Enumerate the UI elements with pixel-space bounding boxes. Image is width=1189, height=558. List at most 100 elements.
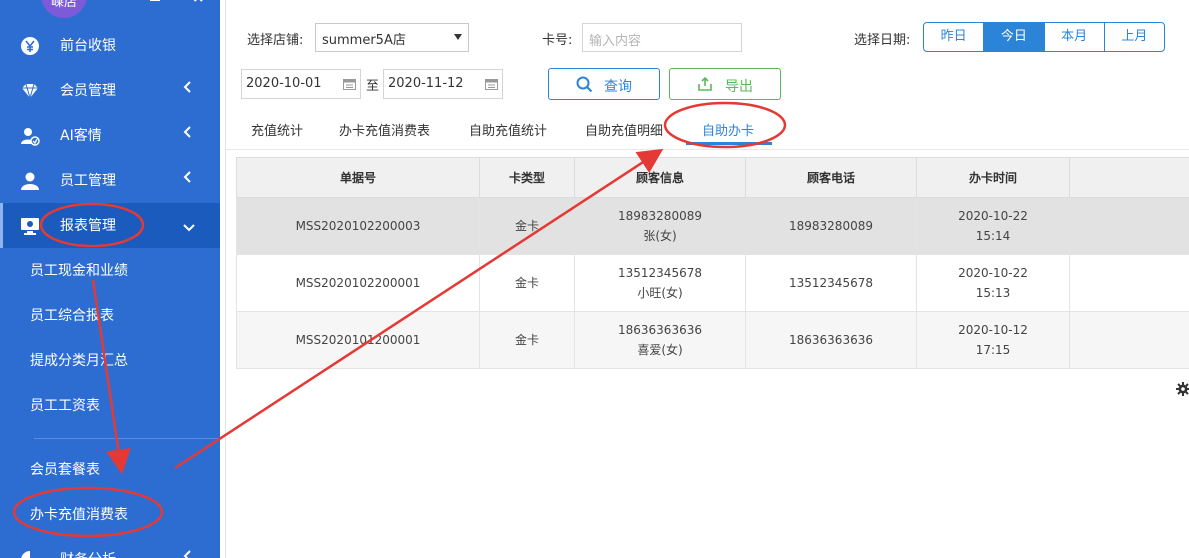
search-button-label: 查询 (604, 79, 632, 95)
nav-item-staff-management[interactable]: 员工管理 (0, 158, 220, 203)
calendar-icon (343, 78, 356, 90)
date-last-month-button[interactable]: 上月 (1103, 23, 1164, 51)
date-today-button[interactable]: 今日 (983, 23, 1044, 51)
card-number-label: 卡号: (542, 33, 573, 48)
table-row[interactable]: MSS2020102200001 金卡 13512345678 小旺(女) 135… (236, 254, 1189, 312)
sub-item-member-package[interactable]: 会员套餐表 (0, 447, 220, 492)
search-button[interactable]: 查询 (548, 68, 660, 100)
customer-info-cell: 13512345678 小旺(女) (574, 254, 746, 312)
column-header: 顾客信息 (574, 157, 746, 198)
chevron-left-icon (183, 171, 192, 183)
card-number-input[interactable]: 输入内容 (582, 23, 742, 52)
chevron-left-icon (183, 126, 192, 138)
open-date: 2020-10-12 (958, 323, 1028, 337)
empty-cell (1069, 311, 1189, 369)
tab-self-recharge-stats[interactable]: 自助充值统计 (469, 120, 547, 139)
sub-item-card-recharge-consumption[interactable]: 办卡充值消费表 (0, 492, 220, 537)
tab-self-card-opening[interactable]: 自助办卡 (702, 120, 754, 139)
card-type-cell: 金卡 (479, 254, 575, 312)
card-type-cell: 金卡 (479, 197, 575, 255)
customer-phone-cell: 18636363636 (745, 311, 917, 369)
date-range-button-group: 昨日 今日 本月 上月 (923, 22, 1165, 52)
tab-card-recharge-consumption[interactable]: 办卡充值消费表 (339, 120, 430, 139)
gear-icon[interactable] (1176, 382, 1189, 396)
table-row[interactable]: MSS2020101200001 金卡 18636363636 喜爱(女) 186… (236, 311, 1189, 369)
sub-label: 员工现金和业绩 (30, 263, 128, 279)
sub-label: 员工综合报表 (30, 308, 114, 324)
customer-info-cell: 18636363636 喜爱(女) (574, 311, 746, 369)
store-label: 选择店铺: (247, 33, 304, 48)
column-header (1069, 157, 1189, 198)
nav-item-ai-customer[interactable]: AI客情 (0, 113, 220, 158)
open-time-cell: 2020-10-12 17:15 (916, 311, 1070, 369)
sub-label: 会员套餐表 (30, 462, 100, 478)
store-avatar[interactable]: 嵊店 (41, 0, 87, 18)
date-label: 选择日期: (854, 33, 911, 48)
card-number-placeholder: 输入内容 (589, 34, 642, 49)
sub-label: 员工工资表 (30, 398, 100, 414)
date-yesterday-button[interactable]: 昨日 (924, 23, 983, 51)
sidebar-divider (34, 438, 220, 439)
order-id-cell: MSS2020102200001 (236, 254, 480, 312)
monitor-report-icon (20, 216, 40, 236)
card-opening-table: 单据号 卡类型 顾客信息 顾客电话 办卡时间 MSS2020102200003 … (236, 157, 1189, 369)
sidebar: 嵊店 前台收银 会员管理 AI客情 员工管理 报表管理 员工现金和业绩 员工综合… (0, 0, 220, 558)
pie-chart-icon (20, 550, 40, 558)
nav-item-member-management[interactable]: 会员管理 (0, 68, 220, 113)
open-time: 15:13 (975, 286, 1011, 300)
end-date-input[interactable]: 2020-11-12 (383, 69, 503, 99)
chevron-down-icon (183, 220, 195, 232)
sub-item-commission-monthly-summary[interactable]: 提成分类月汇总 (0, 338, 220, 383)
store-select[interactable]: summer5A店 (315, 23, 469, 52)
card-type-cell: 金卡 (479, 311, 575, 369)
nav-label: 会员管理 (60, 83, 116, 99)
date-this-month-button[interactable]: 本月 (1043, 23, 1104, 51)
order-id-cell: MSS2020102200003 (236, 197, 480, 255)
nav-item-finance-analysis[interactable]: 财务分析 (0, 537, 220, 558)
customer-phone: 13512345678 (618, 266, 702, 280)
open-time-cell: 2020-10-22 15:13 (916, 254, 1070, 312)
start-date-input[interactable]: 2020-10-01 (241, 69, 361, 99)
customer-phone-cell: 18983280089 (745, 197, 917, 255)
search-icon (576, 76, 593, 97)
export-icon (697, 76, 713, 96)
open-date: 2020-10-22 (958, 209, 1028, 223)
column-header: 顾客电话 (745, 157, 917, 198)
main-content: 选择店铺: summer5A店 卡号: 输入内容 选择日期: 昨日 今日 本月 … (225, 0, 1189, 558)
nav-label: 报表管理 (60, 218, 116, 234)
yen-coin-icon (20, 36, 40, 56)
table-header-row: 单据号 卡类型 顾客信息 顾客电话 办卡时间 (236, 157, 1189, 198)
store-select-value: summer5A店 (322, 33, 406, 48)
customer-phone: 18636363636 (618, 323, 702, 337)
calendar-icon (485, 78, 498, 90)
chevron-left-icon (183, 550, 192, 558)
sub-item-staff-salary[interactable]: 员工工资表 (0, 383, 220, 428)
export-button[interactable]: 导出 (669, 68, 781, 100)
column-header: 办卡时间 (916, 157, 1070, 198)
sub-item-staff-overall-report[interactable]: 员工综合报表 (0, 293, 220, 338)
open-time-cell: 2020-10-22 15:14 (916, 197, 1070, 255)
empty-cell (1069, 254, 1189, 312)
open-time: 17:15 (975, 343, 1011, 357)
start-date-value: 2020-10-01 (246, 76, 322, 91)
nav-label: 员工管理 (60, 173, 116, 189)
export-button-label: 导出 (725, 79, 753, 95)
sub-item-staff-cash-performance[interactable]: 员工现金和业绩 (0, 248, 220, 293)
active-tab-indicator (686, 142, 772, 145)
table-row[interactable]: MSS2020102200003 金卡 18983280089 张(女) 1898… (236, 197, 1189, 255)
customer-phone: 18983280089 (618, 209, 702, 223)
column-header: 单据号 (236, 157, 480, 198)
column-header: 卡类型 (479, 157, 575, 198)
tab-recharge-stats[interactable]: 充值统计 (251, 120, 303, 139)
nav-item-front-cashier[interactable]: 前台收银 (0, 23, 220, 68)
nav-label: AI客情 (60, 128, 102, 144)
open-date: 2020-10-22 (958, 266, 1028, 280)
tab-self-recharge-detail[interactable]: 自助充值明细 (585, 120, 663, 139)
to-label: 至 (366, 79, 380, 94)
nav-item-report-management[interactable]: 报表管理 (0, 203, 220, 248)
caret-down-icon (454, 34, 462, 40)
bell-icon[interactable] (148, 0, 162, 4)
end-date-value: 2020-11-12 (388, 76, 464, 91)
customer-phone-cell: 13512345678 (745, 254, 917, 312)
collapse-icon[interactable] (190, 0, 204, 4)
